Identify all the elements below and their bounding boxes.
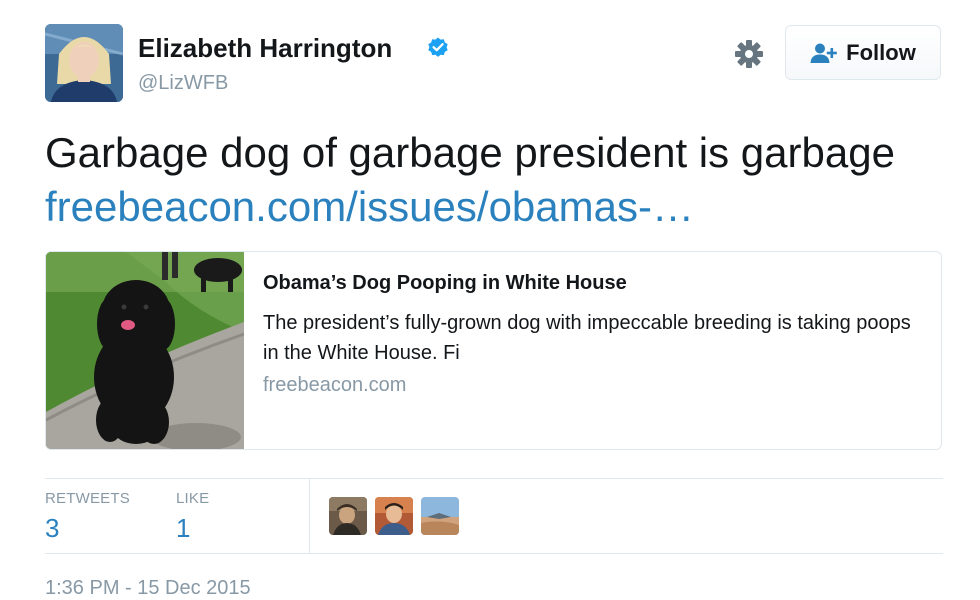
author-avatar[interactable] <box>45 24 123 102</box>
tweet-link[interactable]: freebeacon.com/issues/obamas-… <box>45 183 694 230</box>
link-preview-card[interactable]: Obama’s Dog Pooping in White House The p… <box>45 251 942 450</box>
card-image <box>46 252 244 449</box>
likes-stat[interactable]: LIKE 1 <box>176 490 209 544</box>
tweet-text-body: Garbage dog of garbage president is garb… <box>45 129 895 176</box>
follow-button[interactable]: Follow <box>785 25 941 80</box>
liker-avatar-1[interactable] <box>329 497 367 535</box>
avatar-image <box>45 24 123 102</box>
liker-avatar-3[interactable] <box>421 497 459 535</box>
liker-avatar-1-image <box>329 497 367 535</box>
tweet-card: Elizabeth Harrington @LizWFB Follow Garb <box>0 0 980 600</box>
stats-divider-bottom <box>45 553 943 554</box>
likes-label: LIKE <box>176 490 210 507</box>
retweets-label: RETWEETS <box>45 490 130 507</box>
liker-avatar-2-image <box>375 497 413 535</box>
author-handle[interactable]: @LizWFB <box>138 72 228 95</box>
follow-button-label: Follow <box>846 39 916 65</box>
likes-count: 1 <box>176 513 191 543</box>
author-display-name[interactable]: Elizabeth Harrington <box>138 33 392 64</box>
liker-avatar-3-image <box>421 497 459 535</box>
stats-divider-vertical <box>309 479 310 553</box>
tweet-timestamp[interactable]: 1:36 PM - 15 Dec 2015 <box>45 577 251 600</box>
gear-icon[interactable] <box>733 38 765 70</box>
verified-badge-icon <box>428 37 448 57</box>
liker-avatar-2[interactable] <box>375 497 413 535</box>
stats-divider-top <box>45 478 943 479</box>
card-description: The president’s fully-grown dog with imp… <box>263 312 911 364</box>
retweets-count: 3 <box>45 513 60 543</box>
retweets-stat[interactable]: RETWEETS 3 <box>45 490 130 544</box>
add-user-icon <box>810 43 837 63</box>
black-dog-on-lawn-photo <box>46 252 244 449</box>
card-title: Obama’s Dog Pooping in White House <box>263 272 627 294</box>
card-domain: freebeacon.com <box>263 374 407 396</box>
liker-avatars <box>329 497 459 535</box>
tweet-text: Garbage dog of garbage president is garb… <box>45 126 955 234</box>
